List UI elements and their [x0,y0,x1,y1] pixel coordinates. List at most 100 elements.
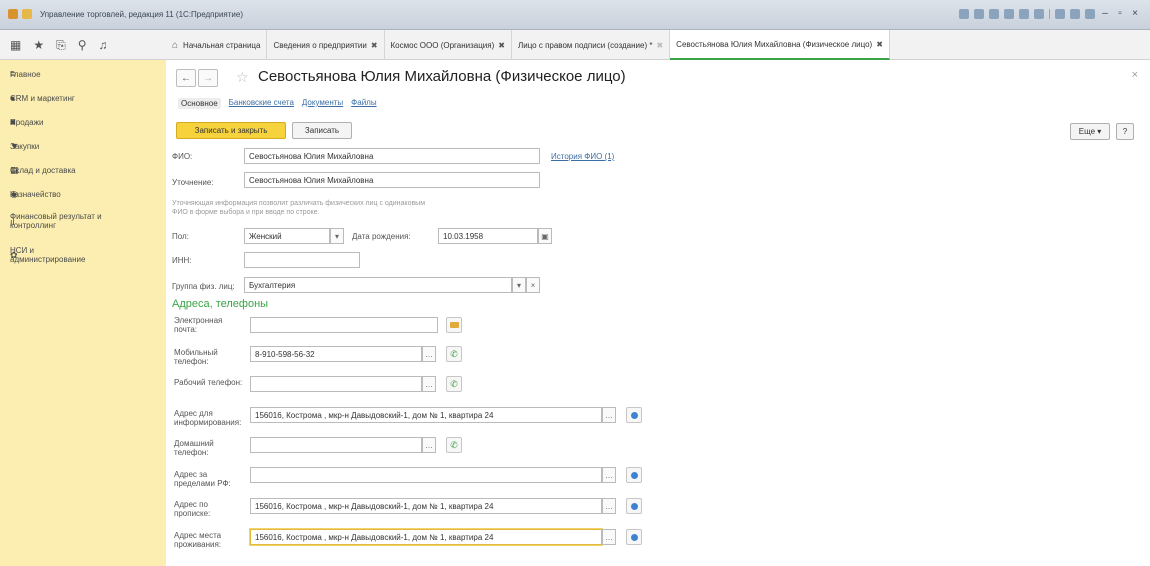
clarification-field[interactable]: Севостьянова Юлия Михайловна [244,172,540,188]
save-and-close-button[interactable]: Записать и закрыть [176,122,286,139]
print-icon[interactable] [974,8,984,19]
fio-history-link[interactable]: История ФИО (1) [551,152,614,161]
favorite-star-icon[interactable]: ☆ [236,69,249,86]
group-field[interactable]: Бухгалтерия [244,277,512,293]
history-icon[interactable]: ⎘ [56,38,66,53]
foreign-address-map-button[interactable] [626,467,642,483]
work-phone-field[interactable] [250,376,422,392]
contacts-section-title: Адреса, телефоны [172,298,269,310]
forward-button[interactable]: → [198,69,218,87]
send-email-button[interactable] [446,317,462,333]
sidebar-item-purchases[interactable]: ▼ Закупки [0,134,166,158]
window-toolbar: – ▫ × [959,8,1140,19]
home-phone-field[interactable] [250,437,422,453]
mail-icon [449,322,459,328]
info-address-field[interactable]: 156016, Кострома , мкр-н Давыдовский-1, … [250,407,602,423]
call-home-button[interactable]: ✆ [446,437,462,453]
tab-signatory[interactable]: Лицо с правом подписи (создание) * ✖ [512,30,671,60]
sidebar-item-main[interactable]: ≡ Главное [0,62,166,86]
foreign-address-field[interactable] [250,467,602,483]
foreign-address-label: Адрес за пределами РФ: [174,470,231,488]
tab-bar: ▦ ★ ⎘ ⚲ ♫ ⌂ Начальная страница Сведения … [0,30,1150,60]
sections-grid-icon[interactable]: ▦ [10,38,21,52]
residence-address-field[interactable]: 156016, Кострома , мкр-н Давыдовский-1, … [250,529,602,545]
call-mobile-button[interactable]: ✆ [446,346,462,362]
work-phone-edit-button[interactable]: … [422,376,436,392]
fio-field[interactable]: Севостьянова Юлия Михайловна [244,148,540,164]
favorites-icon[interactable] [1019,8,1029,19]
mobile-phone-field[interactable]: 8-910-598-56-32 [250,346,422,362]
registration-address-edit-button[interactable]: … [602,498,616,514]
info-icon[interactable] [1070,8,1080,19]
close-form-button[interactable]: × [1132,69,1138,81]
sidebar-item-sales[interactable]: ■ Продажи [0,110,166,134]
tabbar-tools: ▦ ★ ⎘ ⚲ ♫ [0,30,166,60]
search-icon[interactable]: ⚲ [78,38,87,52]
search-icon[interactable] [989,8,999,19]
tab-label: Севостьянова Юлия Михайловна (Физическое… [676,39,873,49]
tab-label: Лицо с правом подписи (создание) * [517,40,653,50]
tab-organization[interactable]: Космос ООО (Организация) ✖ [385,30,512,60]
gender-dropdown-button[interactable]: ▾ [330,228,344,244]
registration-address-label: Адрес по прописке: [174,500,211,518]
close-icon[interactable]: ✖ [656,41,663,50]
foreign-address-edit-button[interactable]: … [602,467,616,483]
gender-select[interactable]: Женский [244,228,330,244]
help-button[interactable]: ? [1116,123,1134,140]
minimize-button[interactable]: – [1100,8,1110,19]
residence-address-edit-button[interactable]: … [602,529,616,545]
subtab-files[interactable]: Файлы [351,98,376,109]
subtab-documents[interactable]: Документы [302,98,343,109]
email-field[interactable] [250,317,438,333]
registration-address-field[interactable]: 156016, Кострома , мкр-н Давыдовский-1, … [250,498,602,514]
subtab-bank-accounts[interactable]: Банковские счета [229,98,294,109]
notifications-bell-icon[interactable]: ♫ [99,38,108,52]
home-phone-edit-button[interactable]: … [422,437,436,453]
residence-address-label: Адрес места проживания: [174,531,222,549]
memory-icon[interactable] [1055,8,1065,19]
favorites-star-icon[interactable]: ★ [33,38,44,52]
info-address-map-button[interactable] [626,407,642,423]
sidebar-item-admin[interactable]: ✿ НСИ и администрирование [0,240,166,274]
tab-company-info[interactable]: Сведения о предприятии ✖ [267,30,385,60]
arrow-left-icon: ← [181,72,191,84]
close-window-button[interactable]: × [1130,8,1140,19]
window-title: Управление торговлей, редакция 11 (1С:Пр… [40,10,244,19]
birthdate-field[interactable]: 10.03.1958 [438,228,538,244]
info-address-edit-button[interactable]: … [602,407,616,423]
map-pin-icon [630,533,638,541]
subtab-main[interactable]: Основное [178,98,221,109]
maximize-button[interactable]: ▫ [1115,8,1125,19]
map-pin-icon [630,471,638,479]
phone-icon: ✆ [450,439,458,450]
calendar-button[interactable]: ▣ [538,228,552,244]
calendar-icon: ▣ [541,231,549,241]
close-icon[interactable]: ✖ [371,41,378,50]
close-icon[interactable]: ✖ [876,40,883,49]
close-icon[interactable]: ✖ [498,41,505,50]
window-titlebar: Управление торговлей, редакция 11 (1С:Пр… [0,0,1150,30]
form-area: ← → ☆ Севостьянова Юлия Михайловна (Физи… [166,60,1150,566]
tab-person[interactable]: Севостьянова Юлия Михайловна (Физическое… [670,30,890,60]
registration-address-map-button[interactable] [626,498,642,514]
save-button[interactable]: Записать [292,122,352,139]
save-icon[interactable] [1004,8,1014,19]
sidebar-item-warehouse[interactable]: ▦ Склад и доставка [0,158,166,182]
calendar-icon[interactable] [1034,8,1044,19]
mobile-phone-edit-button[interactable]: … [422,346,436,362]
call-work-button[interactable]: ✆ [446,376,462,392]
grid-icon[interactable] [959,8,969,19]
user-icon[interactable] [1085,8,1095,19]
group-dropdown-button[interactable]: ▾ [512,277,526,293]
sidebar-item-crm[interactable]: ● CRM и маркетинг [0,86,166,110]
tab-home[interactable]: ⌂ Начальная страница [166,30,268,60]
back-button[interactable]: ← [176,69,196,87]
sidebar-item-treasury[interactable]: ◉ Казначейство [0,182,166,206]
inn-field[interactable] [244,252,360,268]
sidebar-item-finance[interactable]: ıl Финансовый результат и контроллинг [0,206,166,240]
more-button[interactable]: Еще ▾ [1070,123,1110,140]
residence-address-map-button[interactable] [626,529,642,545]
clarification-hint: Уточняющая информация позволит различать… [172,200,426,216]
clarification-label: Уточнение: [172,178,214,187]
group-clear-button[interactable]: × [526,277,540,293]
